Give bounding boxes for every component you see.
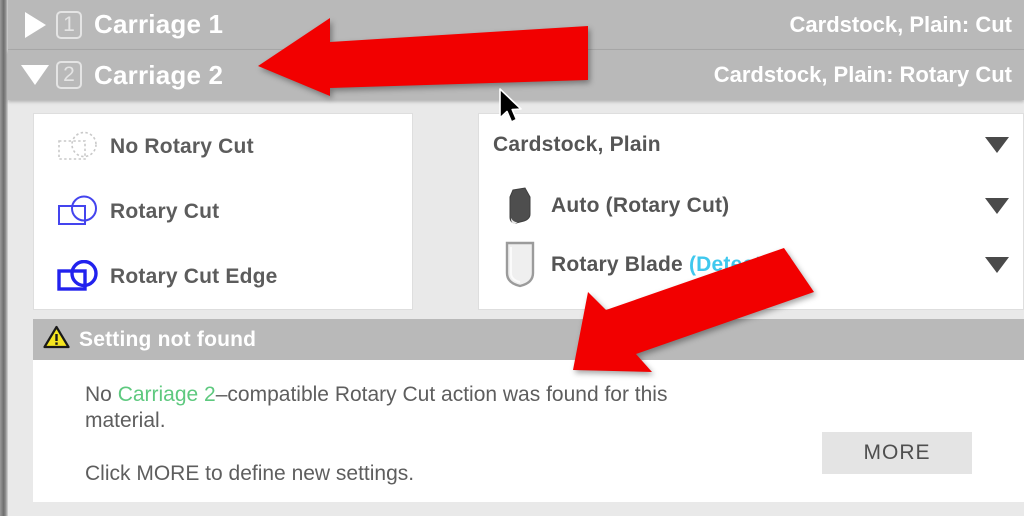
warning-carriage-reference: Carriage 2	[117, 383, 216, 406]
blade-name-text: Rotary Blade	[551, 252, 689, 276]
option-rotary-cut[interactable]: Rotary Cut	[34, 179, 412, 244]
carriage-2-detail-panel: No Rotary Cut Rotary Cut Rotary Cut Edge…	[8, 101, 1024, 516]
material-settings-panel: Cardstock, Plain Auto (Rotary Cut) Rotar…	[478, 113, 1024, 310]
more-button[interactable]: MORE	[822, 431, 972, 474]
chevron-down-icon-blade[interactable]	[985, 256, 1009, 273]
pressure-selector-row[interactable]: Auto (Rotary Cut)	[479, 176, 1023, 235]
setting-not-found-warning: Setting not found No Carriage 2–compatib…	[33, 319, 1024, 502]
no-rotary-cut-icon	[48, 130, 110, 164]
warning-title: Setting not found	[79, 327, 257, 351]
disclosure-toggle-carriage-1[interactable]	[14, 11, 56, 38]
warning-body: No Carriage 2–compatible Rotary Cut acti…	[33, 360, 1024, 502]
option-rotary-cut-label: Rotary Cut	[110, 199, 220, 223]
cricut-design-space-cut-settings: 1 Carriage 1 Cardstock, Plain: Cut 2 Car…	[0, 0, 1024, 516]
option-no-rotary-cut-label: No Rotary Cut	[110, 134, 254, 158]
carriage-list: 1 Carriage 1 Cardstock, Plain: Cut 2 Car…	[8, 0, 1024, 100]
warning-message-prefix: No	[85, 383, 118, 406]
cut-action-option-list: No Rotary Cut Rotary Cut Rotary Cut Edge	[33, 113, 413, 310]
carriage-row-2[interactable]: 2 Carriage 2 Cardstock, Plain: Rotary Cu…	[8, 50, 1024, 100]
triangle-down-icon	[21, 65, 49, 85]
chevron-down-icon-pressure[interactable]	[985, 197, 1009, 214]
pressure-selector-label: Auto (Rotary Cut)	[551, 193, 730, 217]
rotary-cut-edge-icon	[48, 259, 110, 294]
disclosure-toggle-carriage-2[interactable]	[14, 65, 56, 85]
triangle-right-icon	[24, 11, 46, 38]
material-selector-row[interactable]: Cardstock, Plain	[479, 114, 1023, 176]
carriage-label-1: Carriage 1	[94, 9, 224, 39]
carriage-number-badge-1: 1	[56, 10, 82, 39]
blade-selector-label: Rotary Blade (Detected)	[551, 253, 794, 277]
chevron-down-icon-material[interactable]	[985, 137, 1009, 153]
carriage-row-1[interactable]: 1 Carriage 1 Cardstock, Plain: Cut	[8, 0, 1024, 50]
warning-header: Setting not found	[33, 319, 1024, 360]
blade-tip-icon	[489, 185, 551, 227]
carriage-label-2: Carriage 2	[94, 59, 224, 90]
warning-triangle-icon	[43, 325, 70, 354]
blade-selector-row[interactable]: Rotary Blade (Detected)	[479, 235, 1023, 294]
carriage-number-badge-2: 2	[56, 61, 82, 89]
window-left-edge	[0, 0, 8, 516]
option-rotary-cut-edge-label: Rotary Cut Edge	[110, 264, 278, 288]
warning-message: No Carriage 2–compatible Rotary Cut acti…	[85, 382, 745, 435]
option-rotary-cut-edge[interactable]: Rotary Cut Edge	[34, 244, 412, 309]
carriage-status-2: Cardstock, Plain: Rotary Cut	[713, 62, 1012, 87]
rotary-cut-icon	[48, 195, 110, 229]
material-selector-label: Cardstock, Plain	[493, 133, 661, 156]
option-no-rotary-cut[interactable]: No Rotary Cut	[34, 114, 412, 179]
blade-detected-text: (Detected)	[688, 252, 794, 276]
rotary-blade-icon	[489, 239, 551, 291]
carriage-status-1: Cardstock, Plain: Cut	[789, 11, 1012, 37]
